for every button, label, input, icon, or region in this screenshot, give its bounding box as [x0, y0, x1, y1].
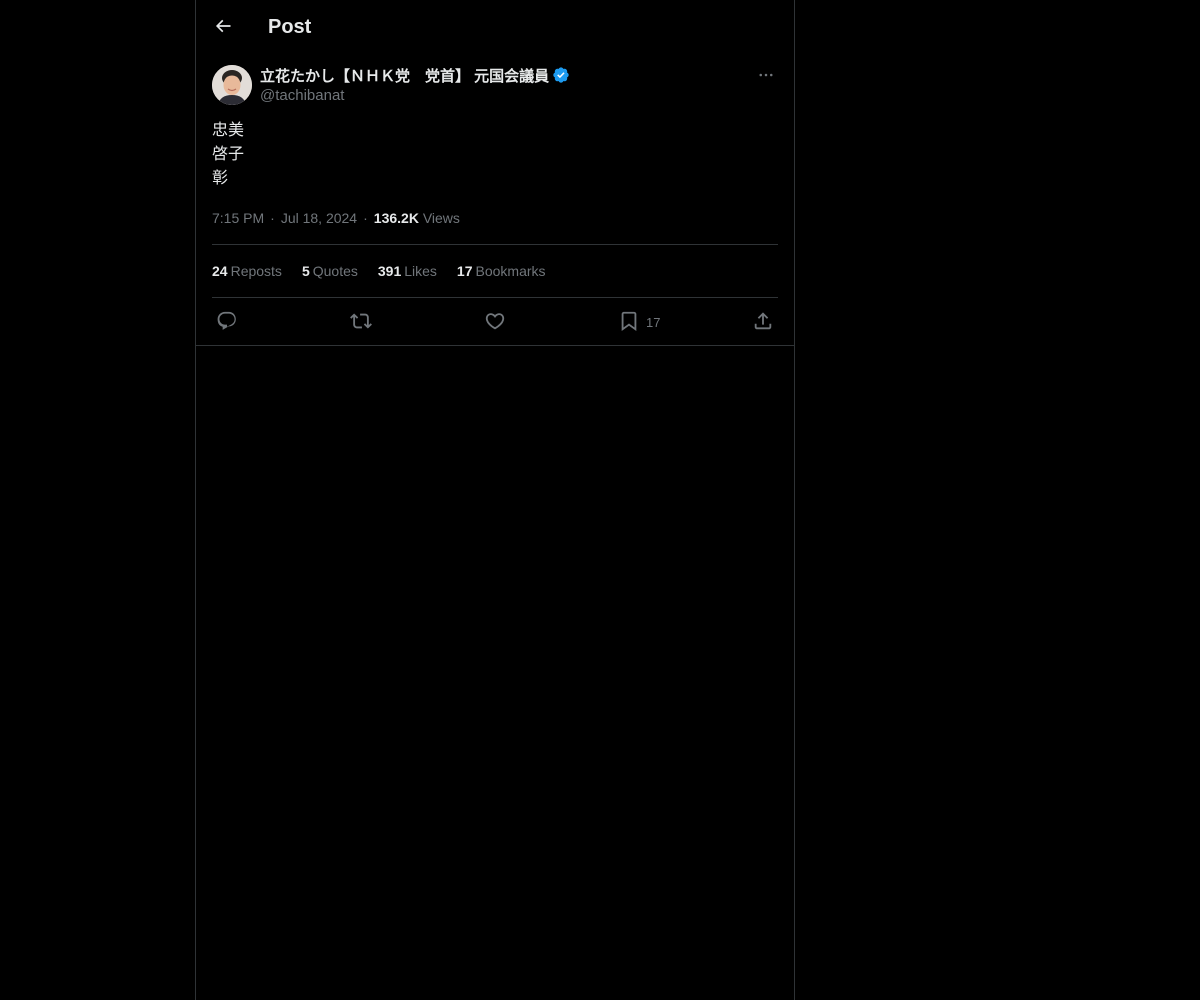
bookmarks-count: 17 — [456, 263, 473, 279]
post-text-line: 忠美 — [212, 122, 245, 139]
bookmarks-label: Bookmarks — [475, 263, 546, 279]
reposts-count: 24 — [212, 263, 228, 279]
like-button[interactable] — [484, 308, 506, 334]
meta-separator: · — [270, 210, 275, 226]
author-name-row: 立花たかし【ＮＨＫ党 党首】 元国会議員 — [260, 64, 740, 86]
author-block: 立花たかし【ＮＨＫ党 党首】 元国会議員 @tachibanat — [260, 64, 740, 106]
repost-button[interactable] — [350, 308, 372, 334]
reply-button[interactable] — [216, 308, 238, 334]
post-time[interactable]: 7:15 PM — [212, 210, 264, 226]
verified-badge-icon — [553, 67, 569, 83]
divider — [212, 297, 778, 298]
bookmark-icon — [621, 311, 637, 332]
likes-count: 391 — [377, 263, 402, 279]
heart-icon — [485, 313, 505, 330]
author-name[interactable]: 立花たかし【ＮＨＫ党 党首】 元国会議員 — [260, 65, 549, 86]
stat-quotes[interactable]: 5 Quotes — [302, 261, 358, 281]
bookmark-button[interactable]: 17 — [618, 308, 660, 334]
arrow-left-icon — [215, 19, 231, 33]
share-icon — [754, 312, 772, 330]
views-count: 136.2K — [373, 210, 419, 226]
reply-icon — [217, 311, 236, 330]
post-text-line: 彰 — [212, 170, 229, 187]
bookmark-count: 17 — [646, 314, 661, 330]
post-actions: 17 — [212, 308, 778, 334]
post-date[interactable]: Jul 18, 2024 — [281, 210, 357, 226]
repost-icon — [350, 313, 372, 329]
quotes-count: 5 — [301, 263, 310, 279]
post-meta: 7:15 PM · Jul 18, 2024 · 136.2K Views — [212, 208, 460, 228]
more-options-button[interactable] — [754, 64, 778, 86]
author-handle[interactable]: @tachibanat — [260, 86, 740, 106]
divider — [212, 244, 778, 245]
post-stats: 24 Reposts 5 Quotes 391 Likes 17 Bookmarks — [212, 261, 566, 281]
stat-bookmarks[interactable]: 17 Bookmarks — [457, 261, 546, 281]
stat-reposts[interactable]: 24 Reposts — [212, 261, 282, 281]
share-button[interactable] — [752, 308, 774, 334]
page-header: Post — [196, 0, 794, 53]
post-bottom-border — [196, 345, 794, 346]
back-button[interactable] — [208, 11, 238, 41]
post-detail-column: Post 立花たかし【ＮＨＫ党 党首】 元国会議員 @tachibanat 忠美… — [195, 0, 795, 1000]
quotes-label: Quotes — [312, 263, 358, 279]
meta-separator: · — [363, 210, 368, 226]
stat-likes[interactable]: 391 Likes — [378, 261, 437, 281]
post-text-line: 啓子 — [212, 146, 245, 163]
post-text: 忠美 啓子 彰 — [212, 119, 244, 191]
views-label: Views — [422, 210, 460, 226]
reposts-label: Reposts — [230, 263, 282, 279]
avatar-image — [212, 65, 252, 105]
more-horizontal-icon — [759, 73, 773, 77]
page-title: Post — [268, 16, 312, 38]
avatar[interactable] — [212, 65, 252, 105]
likes-label: Likes — [404, 263, 437, 279]
